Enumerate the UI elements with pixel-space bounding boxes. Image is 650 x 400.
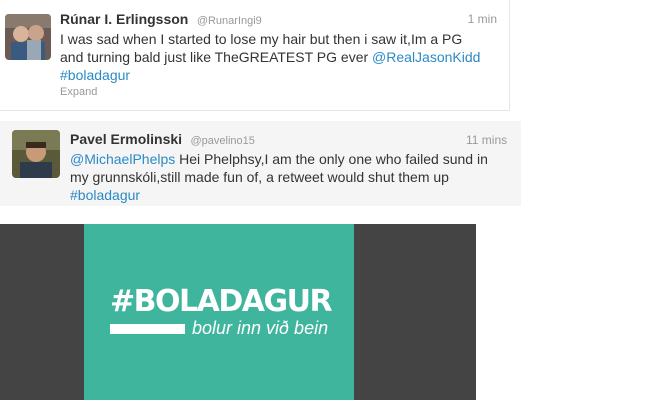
avatar-photo-icon (12, 130, 60, 178)
tweet-author-name[interactable]: Rúnar I. Erlingsson (60, 11, 188, 27)
tweet-author-name[interactable]: Pavel Ermolinski (70, 131, 182, 147)
hashtag-link[interactable]: #boladagur (70, 186, 488, 204)
promo-card: #BOLADAGUR bolur inn við bein (84, 224, 354, 400)
promo-title: #BOLADAGUR (110, 284, 333, 319)
mention-link[interactable]: @RealJasonKidd (372, 49, 480, 65)
avatar-photo-icon (5, 14, 51, 60)
tweet-timestamp[interactable]: 1 min (468, 12, 497, 26)
tweet-text-line: my grunnskóli,still made fun of, a retwe… (70, 169, 449, 185)
avatar[interactable] (5, 14, 51, 60)
tweet-author-handle[interactable]: @RunarIngi9 (197, 15, 262, 27)
avatar[interactable] (12, 130, 60, 178)
tweet-timestamp[interactable]: 11 mins (466, 133, 507, 147)
tweet-text-line: I was sad when I started to lose my hair… (60, 31, 463, 47)
tweet-text: I was sad when I started to lose my hair… (60, 30, 480, 84)
tweet-text: @MichaelPhelps Hei Phelphsy,I am the onl… (70, 150, 488, 204)
tweet-text-line: Hei Phelphsy,I am the only one who faile… (179, 151, 488, 167)
promo-image: #BOLADAGUR bolur inn við bein (0, 224, 476, 400)
mention-link[interactable]: @MichaelPhelps (70, 151, 175, 167)
tweet-author-handle[interactable]: @pavelino15 (191, 135, 255, 147)
promo-subtitle: bolur inn við bein (192, 318, 329, 338)
promo-bar (110, 324, 185, 334)
tweet-text-line: and turning bald just like TheGREATEST P… (60, 49, 369, 65)
expand-link[interactable]: Expand (60, 86, 97, 98)
hashtag-link[interactable]: #boladagur (60, 66, 480, 84)
